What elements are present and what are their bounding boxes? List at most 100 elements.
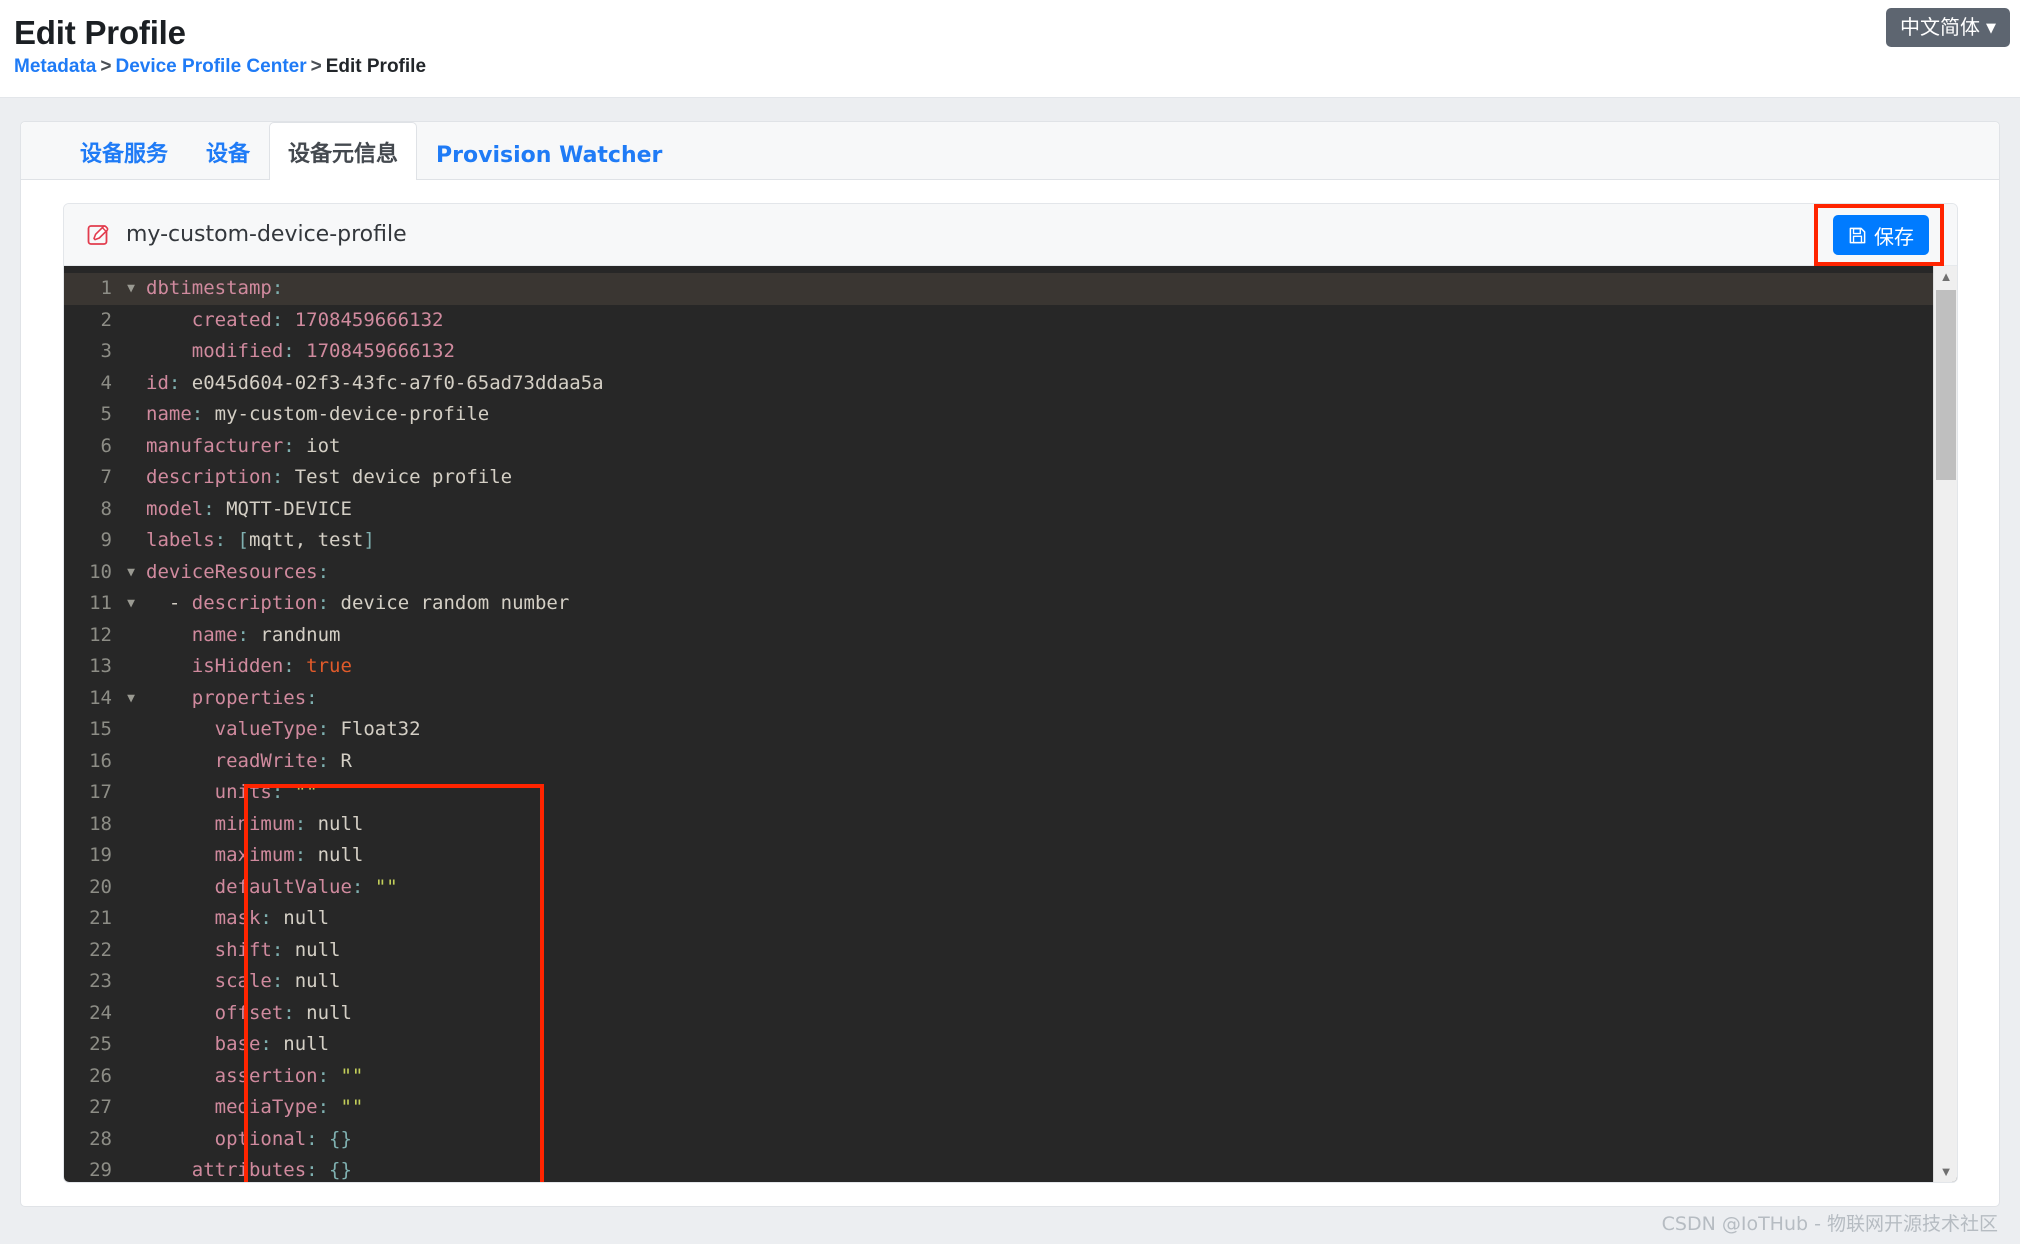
code-line-text: shift: null	[214, 938, 341, 961]
code-line-text: units: ""	[214, 781, 318, 803]
code-line-text: id: e045d604-02f3-43fc-a7f0-65ad73ddaa5a	[146, 371, 604, 394]
code-line[interactable]: 23 scale: null	[64, 966, 1933, 998]
line-number: 24	[89, 1001, 112, 1024]
editor-vertical-scrollbar[interactable]: ▲ ▼	[1933, 266, 1957, 1182]
floppy-disk-icon	[1848, 226, 1867, 245]
code-line[interactable]: 7 description: Test device profile	[64, 462, 1933, 494]
code-line[interactable]: 17 units: ""	[64, 777, 1933, 809]
line-number: 29	[89, 1159, 112, 1181]
code-line[interactable]: 6 manufacturer: iot	[64, 431, 1933, 463]
code-line[interactable]: 1 ▼ dbtimestamp:	[64, 273, 1933, 305]
code-line[interactable]: 29 attributes: {}	[64, 1155, 1933, 1182]
page-header: Edit Profile Metadata > Device Profile Cen…	[0, 0, 2020, 98]
code-line[interactable]: 4 id: e045d604-02f3-43fc-a7f0-65ad73ddaa5…	[64, 368, 1933, 400]
line-number: 8	[100, 497, 112, 520]
code-line-text: deviceResources:	[146, 560, 330, 583]
line-number: 25	[89, 1033, 112, 1055]
line-number: 4	[100, 371, 112, 394]
code-line-text: defaultValue: ""	[214, 875, 398, 898]
chevron-down-icon: ▼	[1986, 21, 1996, 36]
editor-code-area[interactable]: 1 ▼ dbtimestamp: 2 created: 1708459666132 3 …	[64, 266, 1933, 1182]
line-number: 5	[100, 403, 112, 425]
line-number: 26	[89, 1064, 112, 1087]
tab-device[interactable]: 设备	[187, 122, 269, 180]
line-number: 13	[89, 655, 112, 677]
code-line-text: name: my-custom-device-profile	[146, 403, 490, 425]
line-number: 16	[89, 749, 112, 772]
code-line[interactable]: 5 name: my-custom-device-profile	[64, 399, 1933, 431]
code-line[interactable]: 9 labels: [mqtt, test]	[64, 525, 1933, 557]
tab-device-profile[interactable]: 设备元信息	[269, 122, 418, 180]
language-selector-button[interactable]: 中文简体 ▼	[1886, 8, 2010, 47]
code-line-text: scale: null	[214, 970, 341, 992]
code-line-text: dbtimestamp:	[146, 277, 284, 299]
code-line-text: optional: {}	[214, 1127, 352, 1150]
profile-editor-card: my-custom-device-profile 保存 1 ▼ dbtimestam…	[63, 203, 1958, 1183]
code-line[interactable]: 12 name: randnum	[64, 620, 1933, 652]
code-line[interactable]: 18 minimum: null	[64, 809, 1933, 841]
fold-toggle-icon[interactable]: ▼	[120, 557, 142, 589]
line-number: 7	[100, 466, 112, 488]
breadcrumb-item-device-profile-center[interactable]: Device Profile Center	[115, 56, 306, 77]
code-line[interactable]: 24 offset: null	[64, 998, 1933, 1030]
line-number: 14	[89, 686, 112, 709]
code-line[interactable]: 11 ▼ - description: device random number	[64, 588, 1933, 620]
code-line[interactable]: 16 readWrite: R	[64, 746, 1933, 778]
code-line-text: mask: null	[214, 907, 330, 929]
code-line[interactable]: 25 base: null	[64, 1029, 1933, 1061]
line-number: 27	[89, 1096, 112, 1118]
line-number: 28	[89, 1127, 112, 1150]
fold-toggle-icon[interactable]: ▼	[120, 273, 142, 305]
code-line-text: description: Test device profile	[146, 466, 513, 488]
breadcrumb-item-current: Edit Profile	[325, 56, 427, 77]
line-number: 19	[89, 844, 112, 866]
code-line[interactable]: 2 created: 1708459666132	[64, 305, 1933, 337]
code-line[interactable]: 19 maximum: null	[64, 840, 1933, 872]
breadcrumb-separator: >	[100, 56, 112, 77]
line-number: 22	[89, 938, 112, 961]
scroll-down-arrow-icon[interactable]: ▼	[1934, 1161, 1957, 1182]
breadcrumb-separator: >	[310, 56, 322, 77]
code-line[interactable]: 3 modified: 1708459666132	[64, 336, 1933, 368]
code-line-text: name: randnum	[191, 623, 341, 646]
code-line-text: - description: device random number	[168, 592, 570, 614]
code-line-text: model: MQTT-DEVICE	[146, 497, 352, 520]
yaml-editor[interactable]: 1 ▼ dbtimestamp: 2 created: 1708459666132 3 …	[64, 266, 1957, 1182]
tab-provision-watcher[interactable]: Provision Watcher	[417, 129, 681, 180]
code-line-text: mediaType: ""	[214, 1096, 364, 1118]
code-line[interactable]: 28 optional: {}	[64, 1124, 1933, 1156]
scroll-up-arrow-icon[interactable]: ▲	[1934, 266, 1957, 288]
code-line[interactable]: 21 mask: null	[64, 903, 1933, 935]
code-line[interactable]: 8 model: MQTT-DEVICE	[64, 494, 1933, 526]
line-number: 15	[89, 718, 112, 740]
code-line[interactable]: 22 shift: null	[64, 935, 1933, 967]
line-number: 1	[100, 277, 112, 299]
code-line[interactable]: 10 ▼ deviceResources:	[64, 557, 1933, 589]
save-button[interactable]: 保存	[1833, 215, 1929, 255]
breadcrumb-item-metadata[interactable]: Metadata	[14, 56, 96, 77]
code-line[interactable]: 26 assertion: ""	[64, 1061, 1933, 1093]
line-number: 2	[100, 308, 112, 331]
code-line[interactable]: 20 defaultValue: ""	[64, 872, 1933, 904]
code-line-text: valueType: Float32	[214, 718, 421, 740]
line-number: 18	[89, 812, 112, 835]
code-line-text: attributes: {}	[191, 1159, 352, 1181]
breadcrumb: Metadata > Device Profile Center > Edit Prof…	[14, 56, 1996, 78]
code-line[interactable]: 27 mediaType: ""	[64, 1092, 1933, 1124]
code-line-text: base: null	[214, 1033, 330, 1055]
code-line[interactable]: 15 valueType: Float32	[64, 714, 1933, 746]
code-line[interactable]: 14 ▼ properties:	[64, 683, 1933, 715]
line-number: 11	[89, 592, 112, 614]
language-selector-label: 中文简体	[1900, 15, 1980, 39]
fold-toggle-icon[interactable]: ▼	[120, 683, 142, 715]
code-line-text: readWrite: R	[214, 749, 352, 772]
scrollbar-thumb[interactable]	[1936, 290, 1956, 480]
watermark-text: CSDN @IoTHub - 物联网开源技术社区	[1661, 1213, 1998, 1235]
code-line-text: offset: null	[214, 1001, 352, 1024]
fold-toggle-icon[interactable]: ▼	[120, 588, 142, 620]
line-number: 17	[89, 781, 112, 803]
code-line[interactable]: 13 isHidden: true	[64, 651, 1933, 683]
save-button-label: 保存	[1874, 224, 1914, 249]
code-line-text: modified: 1708459666132	[191, 340, 455, 362]
tab-device-service[interactable]: 设备服务	[61, 122, 187, 180]
